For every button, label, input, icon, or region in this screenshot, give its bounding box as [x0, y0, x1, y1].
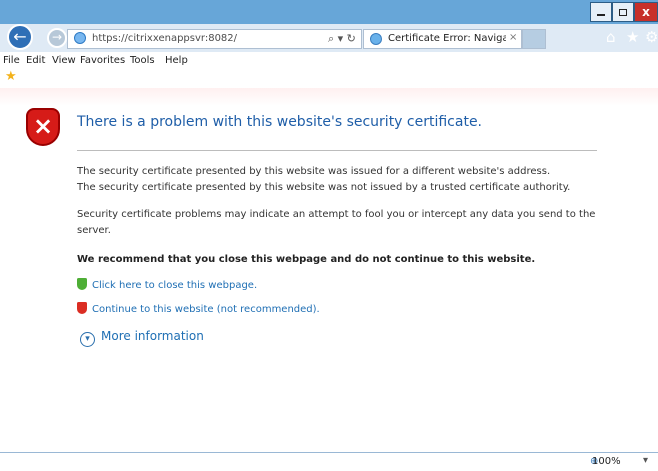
address-url[interactable]: https://citrixxenappsvr:8082/	[92, 33, 237, 44]
close-webpage-link-label[interactable]: Click here to close this webpage.	[92, 280, 257, 291]
menu-bar: File Edit View Favorites Tools Help	[0, 52, 658, 70]
maximize-icon	[619, 8, 627, 16]
status-bar: ⊕ 100% ▾	[0, 452, 658, 471]
paragraph-3: Security certificate problems may indica…	[77, 209, 596, 236]
back-arrow-icon: ←	[13, 27, 27, 46]
green-shield-icon	[77, 278, 87, 290]
menu-help[interactable]: Help	[165, 55, 188, 66]
menu-tools[interactable]: Tools	[130, 55, 155, 66]
menu-edit[interactable]: Edit	[26, 55, 45, 66]
chevron-down-circle-icon: ▾	[80, 332, 95, 347]
gear-icon[interactable]: ⚙	[645, 28, 658, 46]
close-tab-icon[interactable]: ×	[509, 32, 517, 43]
minimize-icon	[597, 13, 605, 16]
new-tab-button[interactable]	[522, 29, 546, 49]
tab-label: Certificate Error: Navigation...	[388, 33, 506, 44]
recommendation: We recommend that you close this webpage…	[77, 254, 536, 265]
divider	[77, 150, 597, 151]
favorites-bar: ★	[0, 70, 658, 88]
paragraph-1: The security certificate presented by th…	[77, 166, 551, 177]
more-information-label[interactable]: More information	[101, 329, 204, 343]
security-warning-shield-icon: ×	[26, 108, 60, 146]
zoom-dropdown-icon[interactable]: ▾	[643, 455, 648, 466]
maximize-button[interactable]	[612, 2, 634, 22]
forward-button[interactable]: →	[47, 28, 67, 48]
menu-file[interactable]: File	[3, 55, 20, 66]
internet-explorer-icon	[74, 32, 86, 44]
continue-website-link[interactable]: Continue to this website (not recommende…	[77, 302, 320, 315]
page-title: There is a problem with this website's s…	[77, 114, 483, 130]
menu-view[interactable]: View	[52, 55, 76, 66]
internet-explorer-icon	[370, 33, 382, 45]
header-gradient	[0, 88, 658, 106]
search-refresh-icons[interactable]: ⌕ ▾ ↻	[328, 32, 356, 46]
title-bar: x	[0, 0, 658, 24]
address-bar[interactable]: https://citrixxenappsvr:8082/ ⌕ ▾ ↻	[67, 29, 362, 49]
paragraph-2: The security certificate presented by th…	[77, 182, 571, 193]
favorites-icon[interactable]: ★	[626, 28, 639, 46]
continue-website-link-label[interactable]: Continue to this website (not recommende…	[92, 304, 320, 315]
close-webpage-link[interactable]: Click here to close this webpage.	[77, 278, 257, 291]
minimize-button[interactable]	[590, 2, 612, 22]
more-information-toggle[interactable]: ▾ More information	[80, 329, 204, 347]
zoom-level[interactable]: 100%	[592, 456, 621, 467]
forward-arrow-icon: →	[51, 30, 63, 44]
certificate-error-page: × There is a problem with this website's…	[0, 88, 658, 452]
add-favorite-icon[interactable]: ★	[5, 70, 18, 83]
close-window-button[interactable]: x	[634, 2, 658, 22]
home-icon[interactable]: ⌂	[606, 28, 616, 46]
menu-favorites[interactable]: Favorites	[80, 55, 125, 66]
tab-certificate-error[interactable]: Certificate Error: Navigation... ×	[363, 29, 522, 49]
back-button[interactable]: ←	[7, 24, 33, 50]
red-shield-icon	[77, 302, 87, 314]
